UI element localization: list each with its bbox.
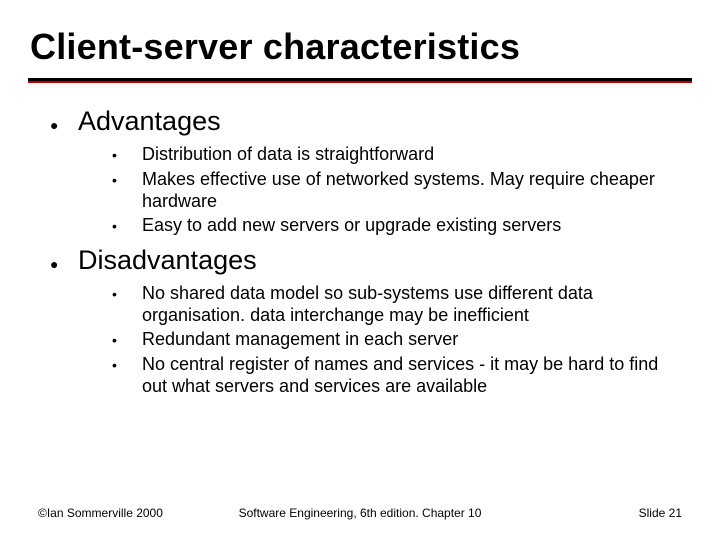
- list-item: • Redundant management in each server: [112, 328, 680, 351]
- bullet-icon: •: [112, 215, 142, 237]
- slide-title: Client-server characteristics: [30, 26, 520, 68]
- slide: Client-server characteristics ● Advantag…: [0, 0, 720, 540]
- list-item-text: Makes effective use of networked systems…: [142, 168, 680, 212]
- bullet-icon: •: [112, 354, 142, 376]
- bullet-icon: •: [112, 169, 142, 191]
- bullet-icon: ●: [50, 111, 78, 139]
- list-item: • No central register of names and servi…: [112, 353, 680, 397]
- section-heading-text: Disadvantages: [78, 245, 257, 276]
- title-underline-red: [28, 81, 692, 83]
- bullet-icon: ●: [50, 250, 78, 278]
- list-item-text: No central register of names and service…: [142, 353, 680, 397]
- list-item-text: No shared data model so sub-systems use …: [142, 282, 680, 326]
- footer-right: Slide 21: [639, 506, 682, 520]
- bullet-icon: •: [112, 329, 142, 351]
- list-item: • No shared data model so sub-systems us…: [112, 282, 680, 326]
- section-heading-disadvantages: ● Disadvantages: [50, 245, 680, 278]
- footer-left: ©Ian Sommerville 2000: [38, 506, 163, 520]
- bullet-icon: •: [112, 283, 142, 305]
- bullet-icon: •: [112, 144, 142, 166]
- list-item: • Distribution of data is straightforwar…: [112, 143, 680, 166]
- list-item-text: Redundant management in each server: [142, 328, 458, 350]
- slide-content: ● Advantages • Distribution of data is s…: [50, 100, 680, 405]
- advantages-list: • Distribution of data is straightforwar…: [112, 143, 680, 237]
- section-heading-advantages: ● Advantages: [50, 106, 680, 139]
- slide-footer: Software Engineering, 6th edition. Chapt…: [38, 506, 682, 520]
- list-item-text: Distribution of data is straightforward: [142, 143, 434, 165]
- list-item: • Makes effective use of networked syste…: [112, 168, 680, 212]
- section-heading-text: Advantages: [78, 106, 221, 137]
- list-item-text: Easy to add new servers or upgrade exist…: [142, 214, 561, 236]
- list-item: • Easy to add new servers or upgrade exi…: [112, 214, 680, 237]
- disadvantages-list: • No shared data model so sub-systems us…: [112, 282, 680, 397]
